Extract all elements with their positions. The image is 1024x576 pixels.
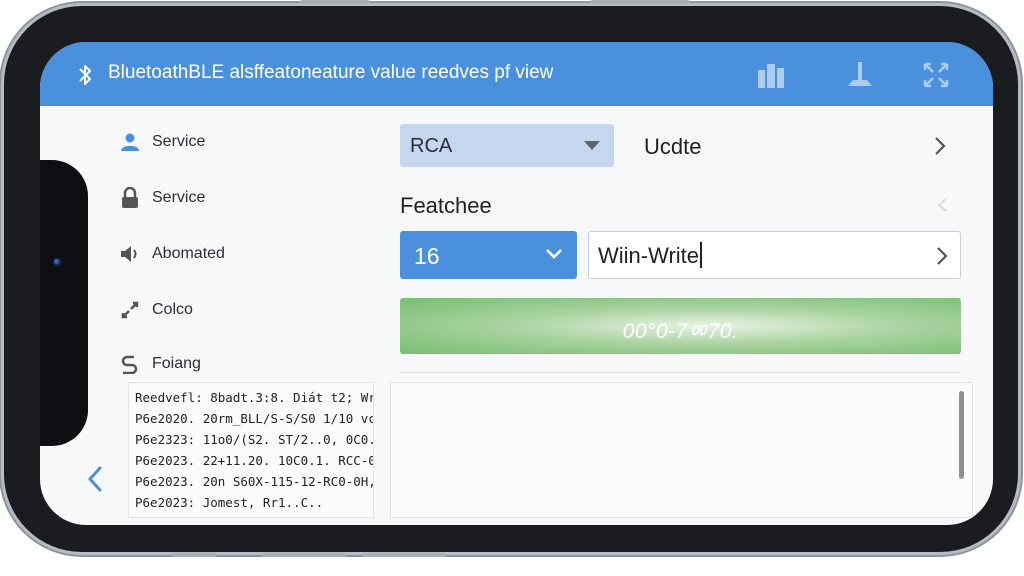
sidebar-item-foiang[interactable]: Foiang (118, 344, 358, 384)
hook-icon (118, 353, 142, 375)
chevron-right-icon[interactable] (935, 246, 949, 266)
chevron-down-icon (546, 249, 562, 259)
screen: BluetoathBLE alsffeatoneature value reed… (40, 42, 993, 525)
faint-chevron-icon (937, 198, 947, 212)
number-dropdown-value: 16 (414, 243, 440, 269)
caret-down-icon (584, 141, 600, 150)
sidebar-item-label: Abomated (152, 245, 225, 262)
divider (400, 372, 961, 373)
sidebar-item-label: Foiang (152, 355, 201, 372)
power-button (590, 0, 690, 4)
app-title: BluetoathBLE alsffeatoneature value reed… (108, 62, 554, 83)
service-dropdown[interactable]: RCA (400, 124, 614, 167)
phone-frame: BluetoathBLE alsffeatoneature value reed… (4, 6, 1018, 552)
chart-icon[interactable] (756, 60, 786, 90)
antenna-icon[interactable] (845, 60, 875, 90)
write-input[interactable]: Wiin-Write (588, 231, 961, 279)
back-chevron-icon[interactable] (84, 464, 106, 494)
user-icon (118, 131, 142, 153)
lock-icon (118, 187, 142, 209)
app-bar: BluetoathBLE alsffeatoneature value reed… (40, 42, 993, 106)
service-dropdown-value: RCA (410, 135, 453, 157)
log-line: P6e2023. 22+11.20. 10C0.1. RCC-0HC.0 . (135, 453, 373, 468)
log-line: P6e2323: 11o0/(S2. ST/2..0, 0C0... (135, 432, 374, 447)
speaker-icon (118, 243, 142, 265)
number-dropdown[interactable]: 16 (400, 231, 577, 279)
expand-icon[interactable] (921, 60, 951, 90)
sidebar-item-service-2[interactable]: Service (118, 178, 358, 218)
side-button (362, 553, 446, 557)
camera (50, 255, 64, 269)
log-panel: Reedvefl: 8badt.3:8. Diát t2; Write; Laa… (128, 382, 374, 518)
update-label[interactable]: Ucdte (644, 134, 701, 160)
sidebar-item-label: Service (152, 133, 206, 150)
value-display-text: 00°0-7ㆀ70. (622, 320, 739, 343)
write-input-value: Wiin-Write (598, 242, 703, 270)
sidebar-item-service[interactable]: Service (118, 122, 358, 162)
write-input-text: Wiin-Write (598, 243, 700, 268)
sidebar-item-abomated[interactable]: Abomated (118, 234, 358, 274)
log-line: P6e2020. 20rm_BLL/S-S/S0 1/10 vc60E (135, 411, 374, 426)
side-button (262, 553, 346, 557)
log-line: P6e2023. 20n S60X-115-12-RC0-0H, 600.. (135, 474, 374, 489)
feature-label: Featchee (400, 193, 492, 218)
text-cursor (700, 242, 703, 269)
chevron-right-icon[interactable] (933, 136, 947, 156)
log-line: P6e2023: Jomest, Rr1..C.. (135, 495, 324, 510)
volume-button (300, 0, 370, 4)
value-display: 00°0-7ㆀ70. (400, 298, 961, 354)
link-icon (118, 299, 142, 321)
sidebar-item-label: Service (152, 189, 206, 206)
notch (40, 160, 88, 446)
log-line: Reedvefl: 8badt.3:8. Diát t2; Write; Laa… (135, 390, 373, 405)
bluetooth-icon (79, 65, 91, 85)
sidebar-item-colco[interactable]: Colco (118, 290, 358, 330)
side-button (172, 553, 216, 557)
scrollbar[interactable] (959, 391, 964, 479)
sidebar-item-label: Colco (152, 301, 193, 318)
log-panel-right (390, 382, 973, 518)
